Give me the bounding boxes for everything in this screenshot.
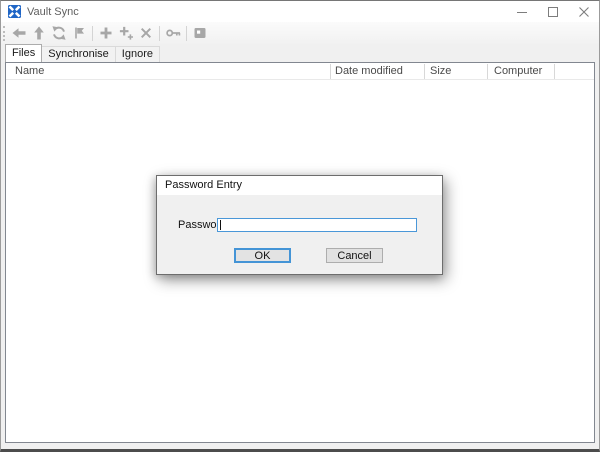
refresh-button[interactable] (50, 23, 68, 43)
tab-label: Ignore (122, 48, 153, 60)
flag-icon (71, 25, 87, 41)
add-new-button[interactable] (117, 23, 135, 43)
back-icon (11, 25, 27, 41)
window-controls (506, 1, 599, 22)
ok-button[interactable]: OK (234, 248, 291, 263)
tab-ignore[interactable]: Ignore (116, 46, 160, 62)
toolbar-separator (159, 26, 160, 41)
add-new-icon (118, 25, 134, 41)
file-list-header: Name Date modified Size Computer (6, 63, 594, 80)
delete-icon (138, 25, 154, 41)
cancel-button[interactable]: Cancel (326, 248, 383, 263)
refresh-icon (51, 25, 67, 41)
column-header-name[interactable]: Name (15, 63, 44, 80)
text-caret (220, 220, 221, 230)
close-icon (579, 7, 589, 17)
toolbar-grip-handle[interactable] (3, 26, 6, 41)
password-entry-dialog: Password Entry Password: OK Cancel (156, 175, 443, 275)
report-button[interactable] (191, 23, 209, 43)
tab-files[interactable]: Files (5, 44, 42, 62)
vault-sync-app-icon (8, 5, 21, 18)
column-divider[interactable] (424, 64, 425, 79)
toolbar-separator (92, 26, 93, 41)
close-button[interactable] (568, 1, 599, 22)
password-input[interactable] (217, 218, 417, 232)
minimize-icon (517, 7, 527, 17)
column-divider[interactable] (554, 64, 555, 79)
add-button[interactable] (97, 23, 115, 43)
flag-button[interactable] (70, 23, 88, 43)
key-button[interactable] (164, 23, 182, 43)
dialog-titlebar[interactable]: Password Entry (157, 176, 442, 195)
column-divider[interactable] (487, 64, 488, 79)
add-icon (98, 25, 114, 41)
maximize-icon (548, 7, 558, 17)
back-button[interactable] (10, 23, 28, 43)
tab-label: Files (12, 47, 35, 59)
tab-label: Synchronise (48, 48, 109, 60)
dialog-title: Password Entry (165, 176, 242, 195)
titlebar: Vault Sync (1, 1, 599, 22)
window-title: Vault Sync (27, 6, 79, 18)
column-header-computer[interactable]: Computer (494, 63, 542, 80)
key-icon (165, 25, 181, 41)
toolbar (1, 22, 599, 44)
column-header-size[interactable]: Size (430, 63, 451, 80)
column-header-date-modified[interactable]: Date modified (335, 63, 403, 80)
toolbar-separator (186, 26, 187, 41)
minimize-button[interactable] (506, 1, 537, 22)
delete-button[interactable] (137, 23, 155, 43)
tab-synchronise[interactable]: Synchronise (42, 46, 116, 62)
tab-strip: Files Synchronise Ignore (1, 44, 599, 62)
report-icon (192, 25, 208, 41)
up-icon (31, 25, 47, 41)
maximize-button[interactable] (537, 1, 568, 22)
column-divider[interactable] (330, 64, 331, 79)
up-button[interactable] (30, 23, 48, 43)
